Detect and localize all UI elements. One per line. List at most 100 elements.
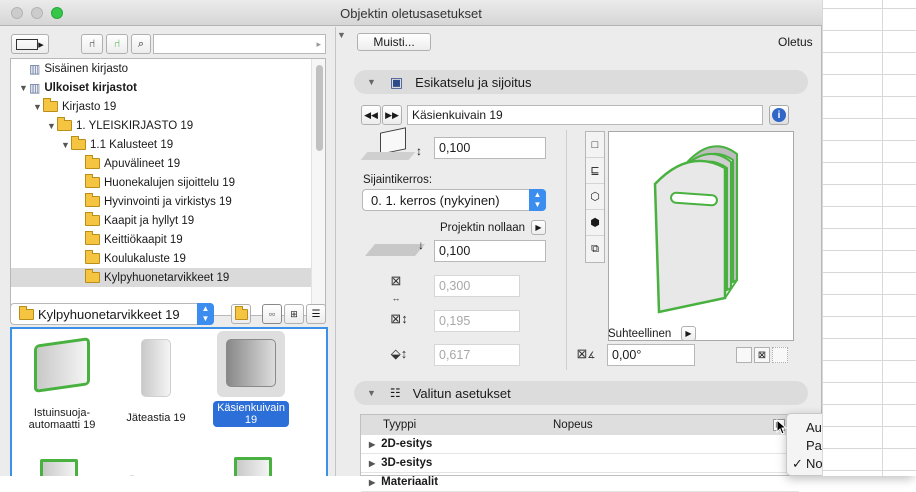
angle-field[interactable]: 0,00° <box>607 344 695 366</box>
elevation-icon: ↕ <box>360 127 426 166</box>
search-button[interactable]: ⌕ <box>131 34 151 54</box>
disclosure-triangle-icon[interactable]: ▶ <box>369 478 375 487</box>
tree-item[interactable]: Hyvinvointi ja virkistys 19 <box>11 192 311 211</box>
large-icons-icon: ▫▫ <box>268 309 276 319</box>
tree-item[interactable]: ▼ ▥ Ulkoiset kirjastot <box>11 78 311 97</box>
thumb-item[interactable]: Istuinsuoja-automaatti 19 <box>22 333 102 431</box>
library-tree[interactable]: ▥ Sisäinen kirjasto ▼ ▥ Ulkoiset kirjastot ▼ K… <box>10 58 326 316</box>
tree-scrollbar[interactable] <box>311 59 325 315</box>
folder-popup-label: Kylpyhuonetarvikkeet 19 <box>38 306 180 322</box>
memory-button[interactable]: Muisti... <box>357 33 431 51</box>
thumb-item-selected[interactable]: Käsienkuivain 19 <box>210 331 292 427</box>
view-plan-button[interactable]: ⊑ <box>586 158 604 184</box>
mirror-off-checkbox[interactable] <box>736 347 752 363</box>
mirror-dotted-icon[interactable] <box>772 347 788 363</box>
chair-black-button[interactable]: ⑁ <box>81 34 103 54</box>
view-section-button[interactable]: ⧉ <box>586 236 604 262</box>
tree-scroll-thumb[interactable] <box>316 65 323 151</box>
tree-item-label: 1.1 Kalusteet 19 <box>90 138 174 151</box>
thumb-image <box>40 459 78 476</box>
tree-item[interactable]: ▥ Sisäinen kirjasto <box>11 59 311 78</box>
tree-item[interactable]: Huonekalujen sijoittelu 19 <box>11 173 311 192</box>
section-toggle-icon[interactable]: ▼ <box>367 388 376 398</box>
mirror-box-icon[interactable]: ⊠ <box>754 347 770 363</box>
list-icon: ☰ <box>311 308 321 320</box>
folder-icon <box>19 305 34 320</box>
play-icon: ▶ <box>535 223 542 232</box>
disclosure-triangle-icon[interactable]: ▼ <box>61 140 71 150</box>
square-icon: □ <box>591 138 599 151</box>
preview-section-header[interactable]: ▼ ▣ Esikatselu ja sijoitus <box>354 70 808 94</box>
folder-up-icon <box>234 305 248 320</box>
depth-field[interactable]: 0,195 <box>434 310 520 332</box>
disclosure-triangle-icon[interactable]: ▼ <box>33 102 43 112</box>
folder-icon <box>85 193 100 207</box>
tree-item[interactable]: ▼ Kirjasto 19 <box>11 97 311 116</box>
settings-table[interactable]: Tyyppi Nopeus ▶ ▶ 2D-esitys ▶ 3D-esitys ▶ Mat… <box>360 414 800 492</box>
section-icon: ⧉ <box>591 242 599 255</box>
folder-up-button[interactable] <box>231 304 251 324</box>
disclosure-triangle-icon[interactable]: ▼ <box>47 121 57 131</box>
disclosure-triangle-icon[interactable]: ▶ <box>369 459 375 468</box>
section-toggle-icon[interactable]: ▼ <box>367 77 376 87</box>
width-field[interactable]: 0,300 <box>434 275 520 297</box>
settings-row[interactable]: ▶ 3D-esitys <box>361 454 799 473</box>
view-2d-button[interactable]: □ <box>586 132 604 158</box>
tree-item[interactable]: Kylpyhuonetarvikkeet 19 <box>11 268 311 287</box>
tree-item[interactable]: ▼ 1.1 Kalusteet 19 <box>11 135 311 154</box>
tree-item-label: Kylpyhuonetarvikkeet 19 <box>104 271 230 284</box>
search-input[interactable]: ▸ <box>153 34 326 54</box>
popup-stepper-icon: ▲ ▼ <box>529 189 546 211</box>
object-preview[interactable] <box>608 131 794 341</box>
title-bar[interactable]: Objektin oletusasetukset <box>0 0 822 26</box>
disclosure-triangle-icon[interactable]: ▶ <box>369 440 375 449</box>
relative-menu-button[interactable]: ▶ <box>681 326 696 341</box>
project-zero-field[interactable]: 0,100 <box>434 240 546 262</box>
view-large-icons-button[interactable]: ▫▫ <box>262 304 282 324</box>
thumb-image-bg <box>217 331 285 397</box>
search-go-icon: ▸ <box>316 38 321 49</box>
chair-green-icon: ⑁ <box>113 38 121 50</box>
mouse-cursor-icon <box>776 418 788 435</box>
disclosure-triangle-icon[interactable]: ▼ <box>19 83 29 93</box>
object-name-field[interactable]: Käsienkuivain 19 <box>407 105 763 125</box>
story-label: Sijaintikerros: <box>363 174 433 186</box>
info-button[interactable]: i <box>769 105 789 125</box>
window-title: Objektin oletusasetukset <box>340 6 482 21</box>
settings-section-header[interactable]: ▼ ☷ Valitun asetukset <box>354 381 808 405</box>
tree-item[interactable]: Koulukaluste 19 <box>11 249 311 268</box>
story-popup[interactable]: 0. 1. kerros (nykyinen) ▲ ▼ <box>362 189 546 211</box>
thumb-item[interactable]: Jäteastia 19 <box>116 333 196 424</box>
height-field[interactable]: 0,617 <box>434 344 520 366</box>
divider <box>566 130 567 370</box>
tree-item[interactable]: Keittiökaapit 19 <box>11 230 311 249</box>
next-object-button[interactable]: ▶▶ <box>382 105 402 125</box>
view-small-icons-button[interactable]: ⊞ <box>284 304 304 324</box>
view-3d-shaded-button[interactable]: ⬢ <box>586 210 604 236</box>
thumb-image <box>234 457 272 476</box>
tree-item[interactable]: ▼ 1. YLEISKIRJASTO 19 <box>11 116 311 135</box>
elevation-field[interactable]: 0,100 <box>434 137 546 159</box>
tree-item-label: Keittiökaapit 19 <box>104 233 183 246</box>
panel-collapse-icon[interactable]: ▼ <box>337 30 346 40</box>
view-list-button[interactable]: ☰ <box>306 304 326 324</box>
cube-outline-icon: ⬡ <box>590 191 600 203</box>
folder-icon <box>85 155 100 169</box>
popup-stepper-icon: ▲ ▼ <box>197 303 214 325</box>
tree-item-label: Hyvinvointi ja virkistys 19 <box>104 195 232 208</box>
folder-popup[interactable]: Kylpyhuonetarvikkeet 19 ▲ ▼ <box>10 303 214 325</box>
folder-icon <box>43 98 58 112</box>
view-mode-button[interactable]: ▸ <box>11 34 49 54</box>
object-thumbnails[interactable]: Istuinsuoja-automaatti 19 Jäteastia 19 K… <box>10 327 328 476</box>
tree-item[interactable]: Apuvälineet 19 <box>11 154 311 173</box>
view-3d-wire-button[interactable]: ⬡ <box>586 184 604 210</box>
prev-object-button[interactable]: ◀◀ <box>361 105 381 125</box>
folder-icon <box>85 212 100 226</box>
settings-row-label: 2D-esitys <box>381 438 433 450</box>
depth-icon: ⊠↕ <box>390 311 408 326</box>
tree-item[interactable]: Kaapit ja hyllyt 19 <box>11 211 311 230</box>
small-icons-icon: ⊞ <box>290 308 298 319</box>
settings-row[interactable]: ▶ 2D-esitys <box>361 435 799 454</box>
project-zero-menu-button[interactable]: ▶ <box>531 220 546 235</box>
chair-green-button[interactable]: ⑁ <box>106 34 128 54</box>
